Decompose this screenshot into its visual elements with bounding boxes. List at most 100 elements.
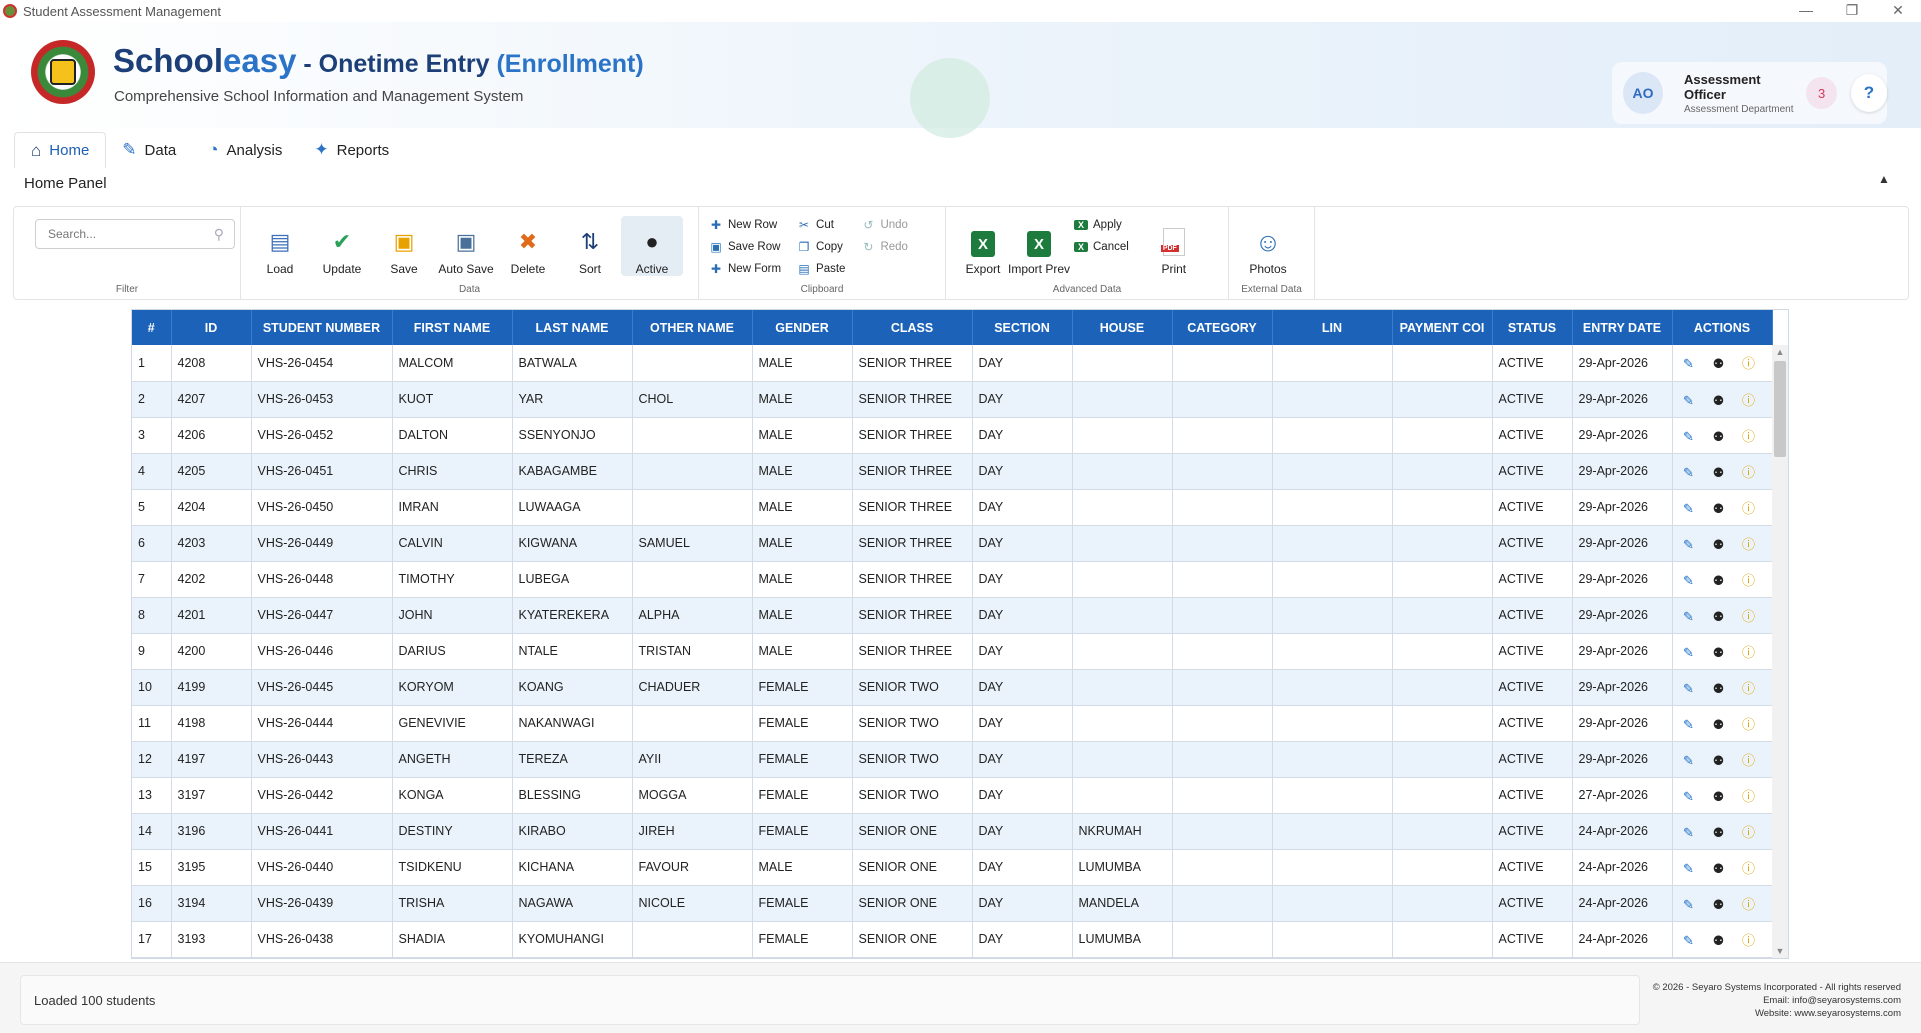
table-cell[interactable] — [1072, 453, 1173, 490]
table-cell[interactable]: DAY — [972, 561, 1073, 598]
table-cell[interactable] — [1272, 669, 1393, 706]
table-cell[interactable]: ACTIVE — [1492, 453, 1573, 490]
table-cell[interactable] — [1172, 597, 1273, 634]
scroll-up-icon[interactable]: ▲ — [1772, 347, 1788, 357]
table-cell[interactable] — [1072, 561, 1173, 598]
tab-data[interactable]: ✎ Data — [106, 132, 192, 168]
table-cell[interactable]: ACTIVE — [1492, 633, 1573, 670]
table-cell[interactable]: 29-Apr-2026 — [1572, 741, 1673, 778]
table-cell[interactable]: ALPHA — [632, 597, 753, 634]
table-cell[interactable] — [1392, 741, 1493, 778]
info-icon[interactable]: ⓘ — [1741, 642, 1757, 661]
column-header-actions[interactable]: ACTIONS — [1672, 310, 1773, 345]
user-remove-icon[interactable]: ⚉ — [1711, 537, 1727, 553]
table-cell[interactable]: SENIOR THREE — [852, 345, 973, 382]
table-cell[interactable] — [632, 705, 753, 742]
user-remove-icon[interactable]: ⚉ — [1711, 789, 1727, 805]
save-button[interactable]: ▣ Save — [373, 216, 435, 276]
table-cell[interactable]: 29-Apr-2026 — [1572, 561, 1673, 598]
table-row[interactable]: 3 4206 VHS-26-0452 DALTON SSENYONJO MALE SENIO… — [132, 417, 1773, 454]
info-icon[interactable]: ⓘ — [1741, 462, 1757, 481]
table-cell[interactable]: VHS-26-0444 — [251, 705, 393, 742]
table-cell[interactable] — [1172, 921, 1273, 958]
info-icon[interactable]: ⓘ — [1741, 678, 1757, 697]
cancel-button[interactable]: X Cancel — [1074, 238, 1129, 256]
table-cell[interactable]: JIREH — [632, 813, 753, 850]
user-remove-icon[interactable]: ⚉ — [1711, 501, 1727, 517]
table-cell[interactable]: 5 — [132, 489, 172, 526]
active-button[interactable]: ● Active — [621, 216, 683, 276]
table-cell[interactable]: DAY — [972, 525, 1073, 562]
table-cell[interactable]: ACTIVE — [1492, 669, 1573, 706]
table-row[interactable]: 2 4207 VHS-26-0453 KUOT YAR CHOL MALE SENIOR TH… — [132, 381, 1773, 418]
table-cell[interactable] — [1172, 345, 1273, 382]
user-remove-icon[interactable]: ⚉ — [1711, 825, 1727, 841]
table-cell[interactable] — [1272, 885, 1393, 922]
edit-icon[interactable]: ✎ — [1681, 645, 1697, 661]
table-cell[interactable]: 3193 — [171, 921, 252, 958]
table-row[interactable]: 8 4201 VHS-26-0447 JOHN KYATEREKERA ALPHA MALE… — [132, 597, 1773, 634]
column-header-other-name[interactable]: OTHER NAME — [632, 310, 753, 345]
table-cell[interactable]: 29-Apr-2026 — [1572, 633, 1673, 670]
table-cell[interactable]: DAY — [972, 597, 1073, 634]
table-row[interactable]: 12 4197 VHS-26-0443 ANGETH TEREZA AYII FEMALE S… — [132, 741, 1773, 778]
table-row[interactable]: 6 4203 VHS-26-0449 CALVIN KIGWANA SAMUEL MALE S… — [132, 525, 1773, 562]
table-cell[interactable]: NTALE — [512, 633, 633, 670]
table-cell[interactable] — [1272, 777, 1393, 814]
scroll-down-icon[interactable]: ▼ — [1772, 946, 1788, 956]
table-cell[interactable]: DAY — [972, 705, 1073, 742]
table-cell[interactable]: VHS-26-0446 — [251, 633, 393, 670]
table-cell[interactable]: NKRUMAH — [1072, 813, 1173, 850]
load-button[interactable]: ▤ Load — [249, 216, 311, 276]
table-cell[interactable]: 3197 — [171, 777, 252, 814]
table-cell[interactable] — [1072, 345, 1173, 382]
edit-icon[interactable]: ✎ — [1681, 429, 1697, 445]
table-cell[interactable]: 6 — [132, 525, 172, 562]
table-cell[interactable]: ACTIVE — [1492, 561, 1573, 598]
table-cell[interactable] — [1172, 669, 1273, 706]
table-cell[interactable] — [1272, 525, 1393, 562]
table-cell[interactable]: 4208 — [171, 345, 252, 382]
table-cell[interactable]: FEMALE — [752, 669, 853, 706]
table-cell[interactable]: 14 — [132, 813, 172, 850]
table-cell[interactable]: SENIOR THREE — [852, 525, 973, 562]
table-cell[interactable]: 2 — [132, 381, 172, 418]
table-cell[interactable]: MALE — [752, 453, 853, 490]
edit-icon[interactable]: ✎ — [1681, 789, 1697, 805]
table-cell[interactable]: MALE — [752, 597, 853, 634]
info-icon[interactable]: ⓘ — [1741, 498, 1757, 517]
table-cell[interactable]: VHS-26-0447 — [251, 597, 393, 634]
user-remove-icon[interactable]: ⚉ — [1711, 933, 1727, 949]
table-cell[interactable]: VHS-26-0439 — [251, 885, 393, 922]
table-cell[interactable]: CHOL — [632, 381, 753, 418]
table-cell[interactable]: KOANG — [512, 669, 633, 706]
table-cell[interactable]: DAY — [972, 777, 1073, 814]
table-cell[interactable] — [1272, 813, 1393, 850]
table-cell[interactable]: DAY — [972, 849, 1073, 886]
table-cell[interactable]: 1 — [132, 345, 172, 382]
table-cell[interactable]: 4 — [132, 453, 172, 490]
restore-button[interactable]: ❐ — [1829, 0, 1875, 22]
table-cell[interactable]: VHS-26-0454 — [251, 345, 393, 382]
collapse-ribbon-icon[interactable]: ▲ — [1878, 172, 1890, 186]
table-cell[interactable] — [1072, 417, 1173, 454]
table-cell[interactable]: SSENYONJO — [512, 417, 633, 454]
table-cell[interactable] — [1392, 885, 1493, 922]
table-cell[interactable]: KYATEREKERA — [512, 597, 633, 634]
table-cell[interactable]: VHS-26-0448 — [251, 561, 393, 598]
edit-icon[interactable]: ✎ — [1681, 356, 1697, 372]
table-row[interactable]: 7 4202 VHS-26-0448 TIMOTHY LUBEGA MALE SENIOR … — [132, 561, 1773, 598]
edit-icon[interactable]: ✎ — [1681, 393, 1697, 409]
info-icon[interactable]: ⓘ — [1741, 534, 1757, 553]
table-cell[interactable]: 29-Apr-2026 — [1572, 597, 1673, 634]
table-row[interactable]: 5 4204 VHS-26-0450 IMRAN LUWAAGA MALE SENIOR T… — [132, 489, 1773, 526]
table-row[interactable]: 13 3197 VHS-26-0442 KONGA BLESSING MOGGA FEMAL… — [132, 777, 1773, 814]
help-button[interactable]: ? — [1850, 74, 1887, 112]
table-cell[interactable]: SENIOR THREE — [852, 561, 973, 598]
table-cell[interactable]: BATWALA — [512, 345, 633, 382]
table-cell[interactable]: 3 — [132, 417, 172, 454]
table-cell[interactable]: SENIOR THREE — [852, 417, 973, 454]
table-cell[interactable]: IMRAN — [392, 489, 513, 526]
table-cell[interactable]: 4201 — [171, 597, 252, 634]
table-cell[interactable]: 29-Apr-2026 — [1572, 705, 1673, 742]
